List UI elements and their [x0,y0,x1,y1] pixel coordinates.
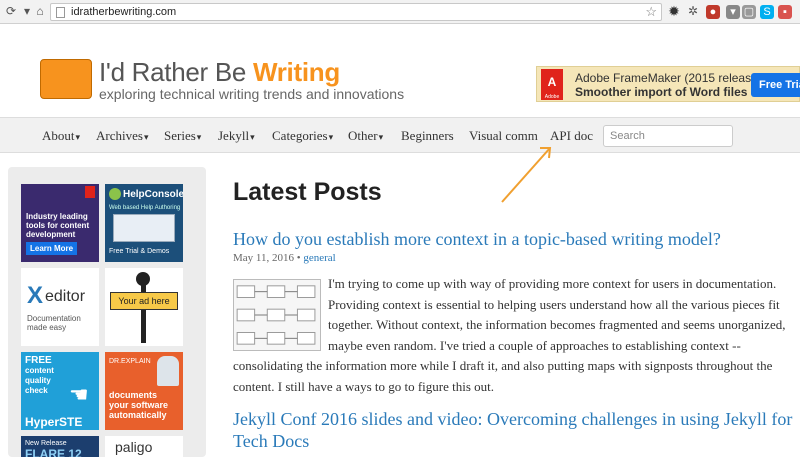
nav-item-other[interactable]: Other▾ [348,128,383,144]
annotation-arrow-icon [501,147,552,203]
post-category-link[interactable]: general [303,252,335,264]
url-text: idratherbewriting.com [71,6,177,18]
nav-item-categories[interactable]: Categories▾ [272,128,333,144]
screenshot-image [113,214,175,242]
pointing-hand-icon: ☚ [69,382,89,407]
helpconsole-brand: HelpConsole [123,189,183,200]
free-trial-button[interactable]: Free Tria [751,73,800,97]
adobe-logo-icon [85,186,95,198]
page-title: Latest Posts [233,178,382,206]
box-icon[interactable]: ▢ [742,5,756,19]
shield-icon[interactable]: ▾ [726,5,740,19]
site-title-highlight: Writing [252,57,340,87]
site-logo[interactable] [40,59,92,99]
helpconsole-ad[interactable]: HelpConsole Web based Help Authoring Fre… [105,184,183,262]
post-title-link-2[interactable]: Jekyll Conf 2016 slides and video: Overc… [233,408,793,452]
paligo-ad[interactable]: paligo [105,436,183,457]
site-tagline: exploring technical writing trends and i… [99,86,405,102]
main-nav: About▾ Archives▾ Series▾ Jekyll▾ Categor… [0,117,800,153]
paligo-brand: paligo [115,439,153,455]
xeditor-brand: editor [45,288,86,305]
address-bar[interactable]: idratherbewriting.com ☆ [50,3,662,21]
learn-more-button[interactable]: Learn More [26,242,78,255]
site-title[interactable]: I'd Rather Be Writing [99,57,340,88]
bug-icon[interactable]: ✲ [686,4,700,18]
bookmark-star-icon[interactable]: ☆ [645,4,657,20]
post-meta: May 11, 2016 • general [233,252,336,264]
browser-toolbar: ⟳ ▾ ⌂ idratherbewriting.com ☆ ✹ ✲ ● ▾ ▢ S ▪ [0,0,800,24]
menu-chevron-icon[interactable]: ▾ [20,4,34,18]
post-thumbnail-image[interactable] [233,279,321,351]
robot-icon [157,356,179,386]
helpconsole-sub: Web based Help Authoring [109,205,181,211]
person-head-icon [136,272,150,286]
nav-item-about[interactable]: About▾ [42,128,80,144]
your-ad-here-sign: Your ad here [110,292,178,310]
post-date: May 11, 2016 [233,252,295,264]
home-icon[interactable]: ⌂ [33,4,47,18]
helpconsole-logo-icon [109,188,121,200]
meta-separator: • [296,252,301,264]
xeditor-sub: Documentation made easy [27,314,81,332]
your-ad-here[interactable]: Your ad here [105,268,183,346]
drexplain-ad[interactable]: DR.EXPLAIN documents your software automat… [105,352,183,430]
hyperste-ad[interactable]: FREE content quality check HyperSTE ☚ [21,352,99,430]
hyperste-lines: FREE content quality check [25,355,54,396]
hyperste-brand: HyperSTE [25,415,83,429]
nav-item-jekyll[interactable]: Jekyll▾ [218,128,255,144]
drexplain-lines: documents your software automatically [109,390,169,420]
nav-item-archives[interactable]: Archives▾ [96,128,148,144]
adobe-logo-icon: A Adobe [541,69,563,100]
search-input[interactable] [610,126,730,146]
skype-icon[interactable]: S [760,5,774,19]
page-icon [56,7,65,18]
adobe-ad[interactable]: Industry leading tools for content develop… [21,184,99,262]
search-box[interactable] [603,125,733,147]
drexplain-brand: DR.EXPLAIN [109,358,151,365]
red-extension-icon[interactable]: ▪ [778,5,792,19]
nav-item-beginners[interactable]: Beginners [401,128,454,144]
xeditor-x-icon: X [27,282,44,309]
ad-line1: Adobe FrameMaker (2015 release) [575,71,762,85]
flare-ad[interactable]: New Release FLARE 12 [21,436,99,457]
flare-brand: FLARE 12 [25,447,82,457]
adblock-icon[interactable]: ● [706,5,720,19]
site-title-plain: I'd Rather Be [99,57,253,87]
adobe-ad-text: Industry leading tools for content develop… [26,212,90,239]
framemaker-ad-banner[interactable]: A Adobe Adobe FrameMaker (2015 release) S… [536,66,800,102]
ad-line2: Smoother import of Word files [575,85,748,99]
free-trial-demos-link[interactable]: Free Trial & Demos [109,247,169,256]
nav-item-series[interactable]: Series▾ [164,128,201,144]
xeditor-ad[interactable]: X editor Documentation made easy [21,268,99,346]
post-title-link[interactable]: How do you establish more context in a t… [233,228,793,250]
reload-icon[interactable]: ⟳ [4,4,18,18]
gear-icon[interactable]: ✹ [667,4,681,18]
sidebar-ads: Industry leading tools for content develop… [8,167,206,457]
